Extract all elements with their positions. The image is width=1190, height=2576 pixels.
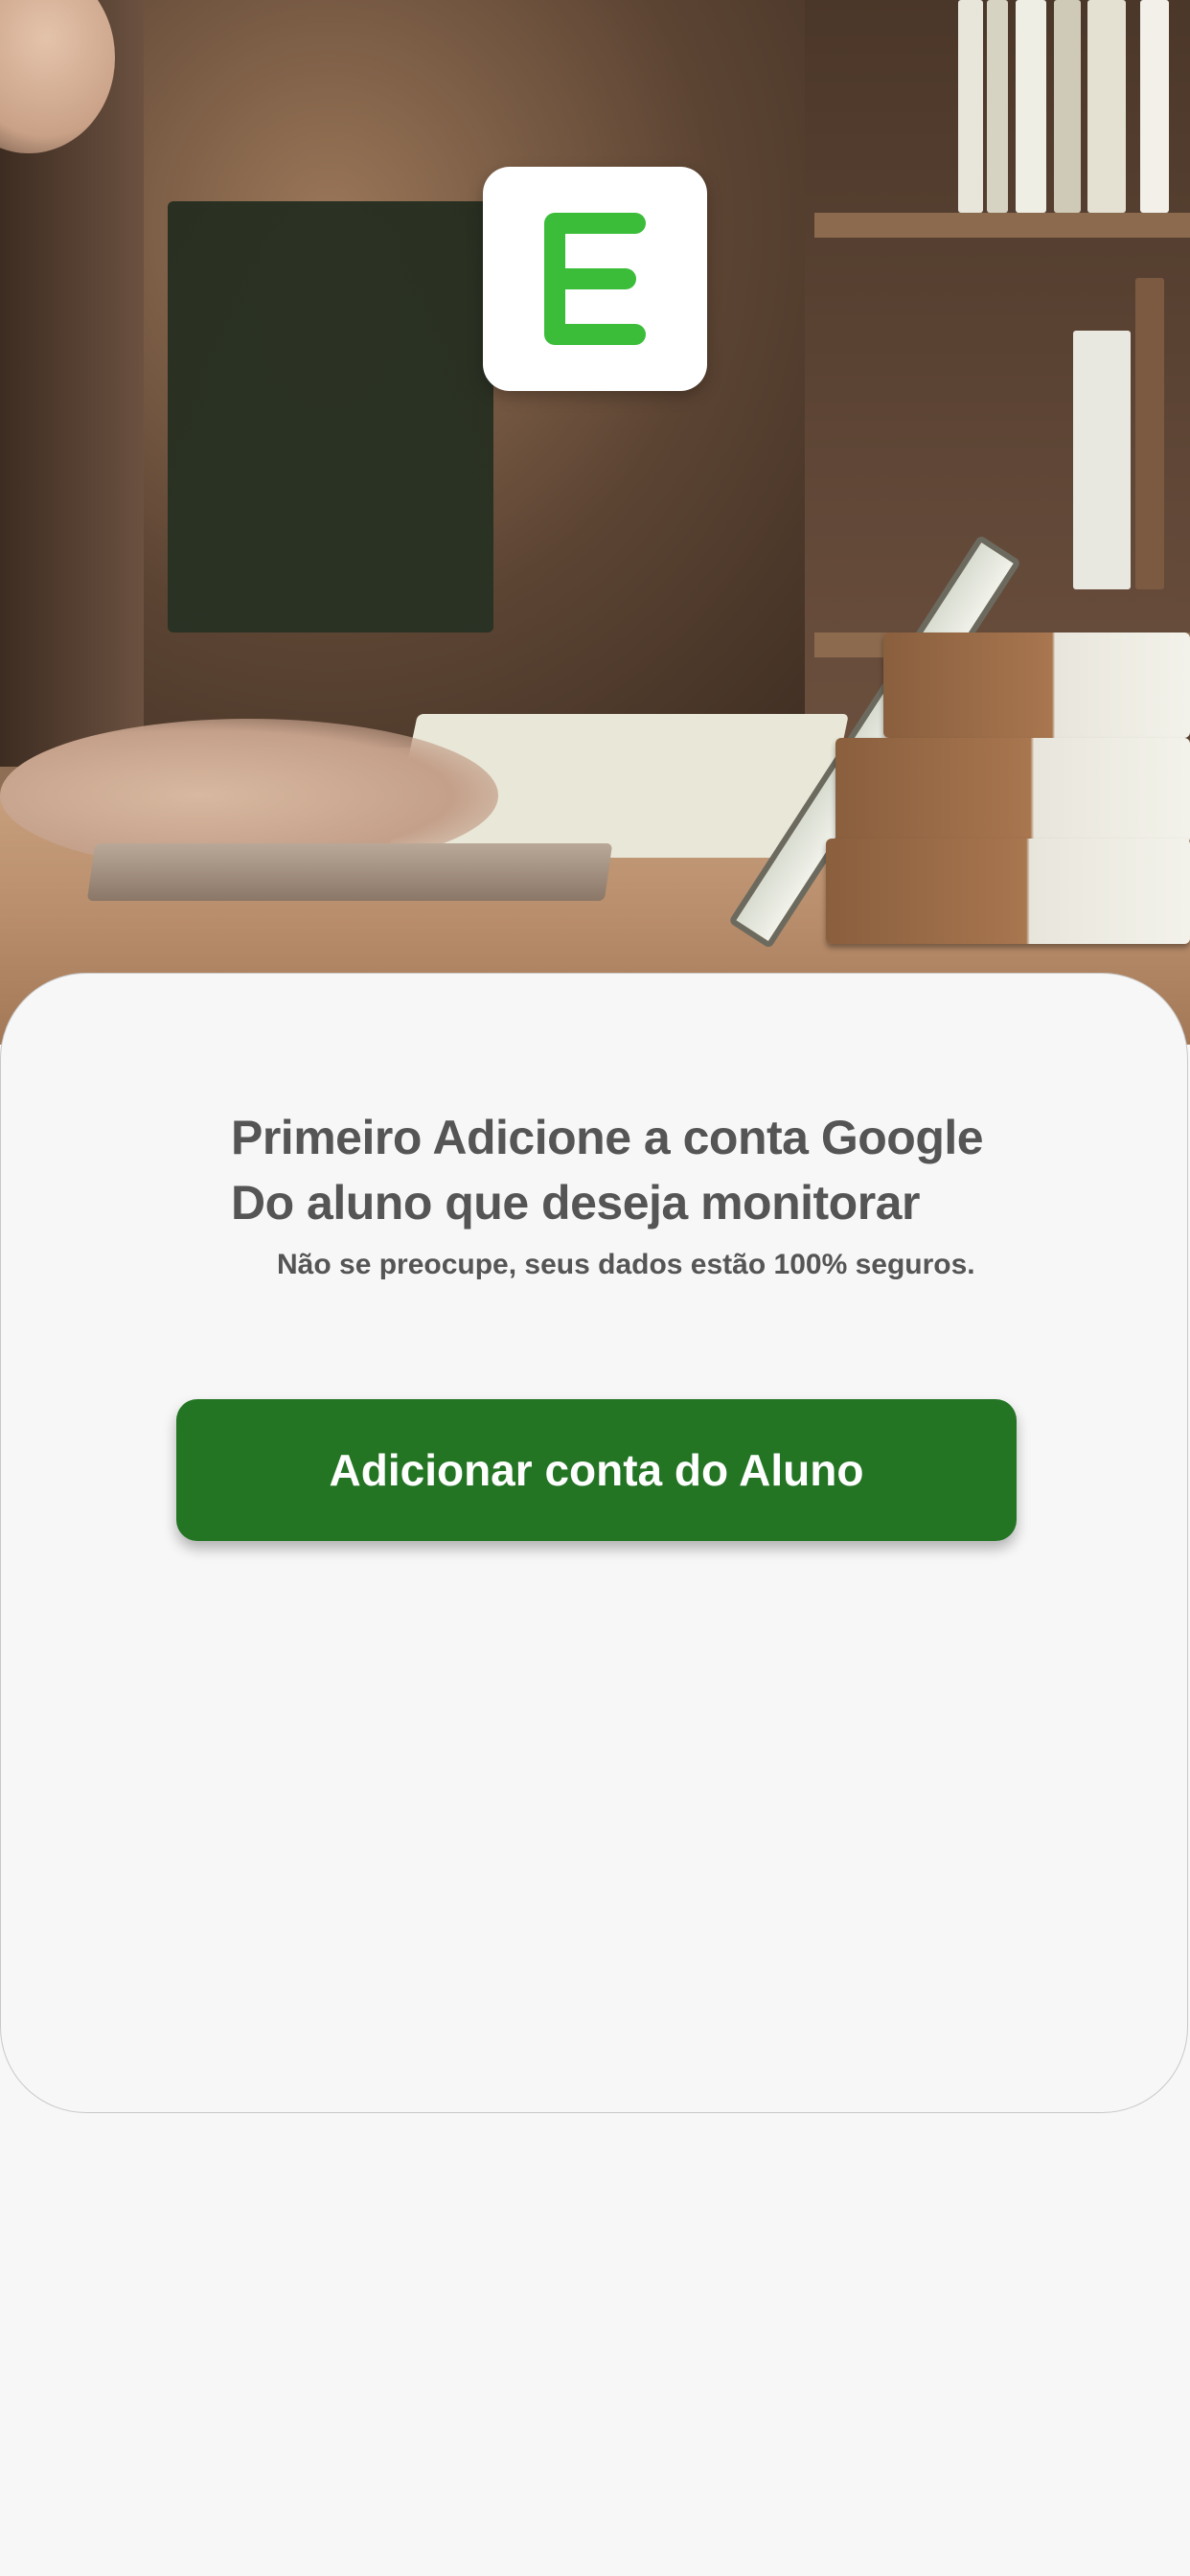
hero-book-stack [835,738,1190,843]
hero-shelf-book [1087,0,1126,213]
hero-book-stack [826,839,1190,944]
add-student-account-label: Adicionar conta do Aluno [329,1445,864,1495]
hero-shelf-book [1073,331,1131,589]
onboarding-screen: Primeiro Adicione a conta Google Do alun… [0,0,1190,2576]
hero-book-stack [883,632,1190,738]
content-card: Primeiro Adicione a conta Google Do alun… [0,973,1188,2113]
add-student-account-button[interactable]: Adicionar conta do Aluno [176,1399,1017,1541]
letter-e-logo-icon [544,213,646,345]
headline-line-2: Do aluno que deseja monitorar [231,1176,920,1230]
hero-shelf-book [1054,0,1081,213]
hero-laptop-keyboard [86,843,613,901]
hero-doorway [168,201,493,632]
hero-shelf-book [987,0,1008,213]
hero-shelf-book [1140,0,1169,213]
hero-shelf-book [958,0,983,213]
app-logo [483,167,707,391]
security-note: Não se preocupe, seus dados estão 100% s… [277,1249,975,1280]
hero-shelf-book [1135,278,1164,589]
headline-line-1: Primeiro Adicione a conta Google [231,1111,984,1164]
hero-shelf-book [1016,0,1046,213]
hero-shelf-board [814,213,1190,238]
hero-image [0,0,1190,1045]
